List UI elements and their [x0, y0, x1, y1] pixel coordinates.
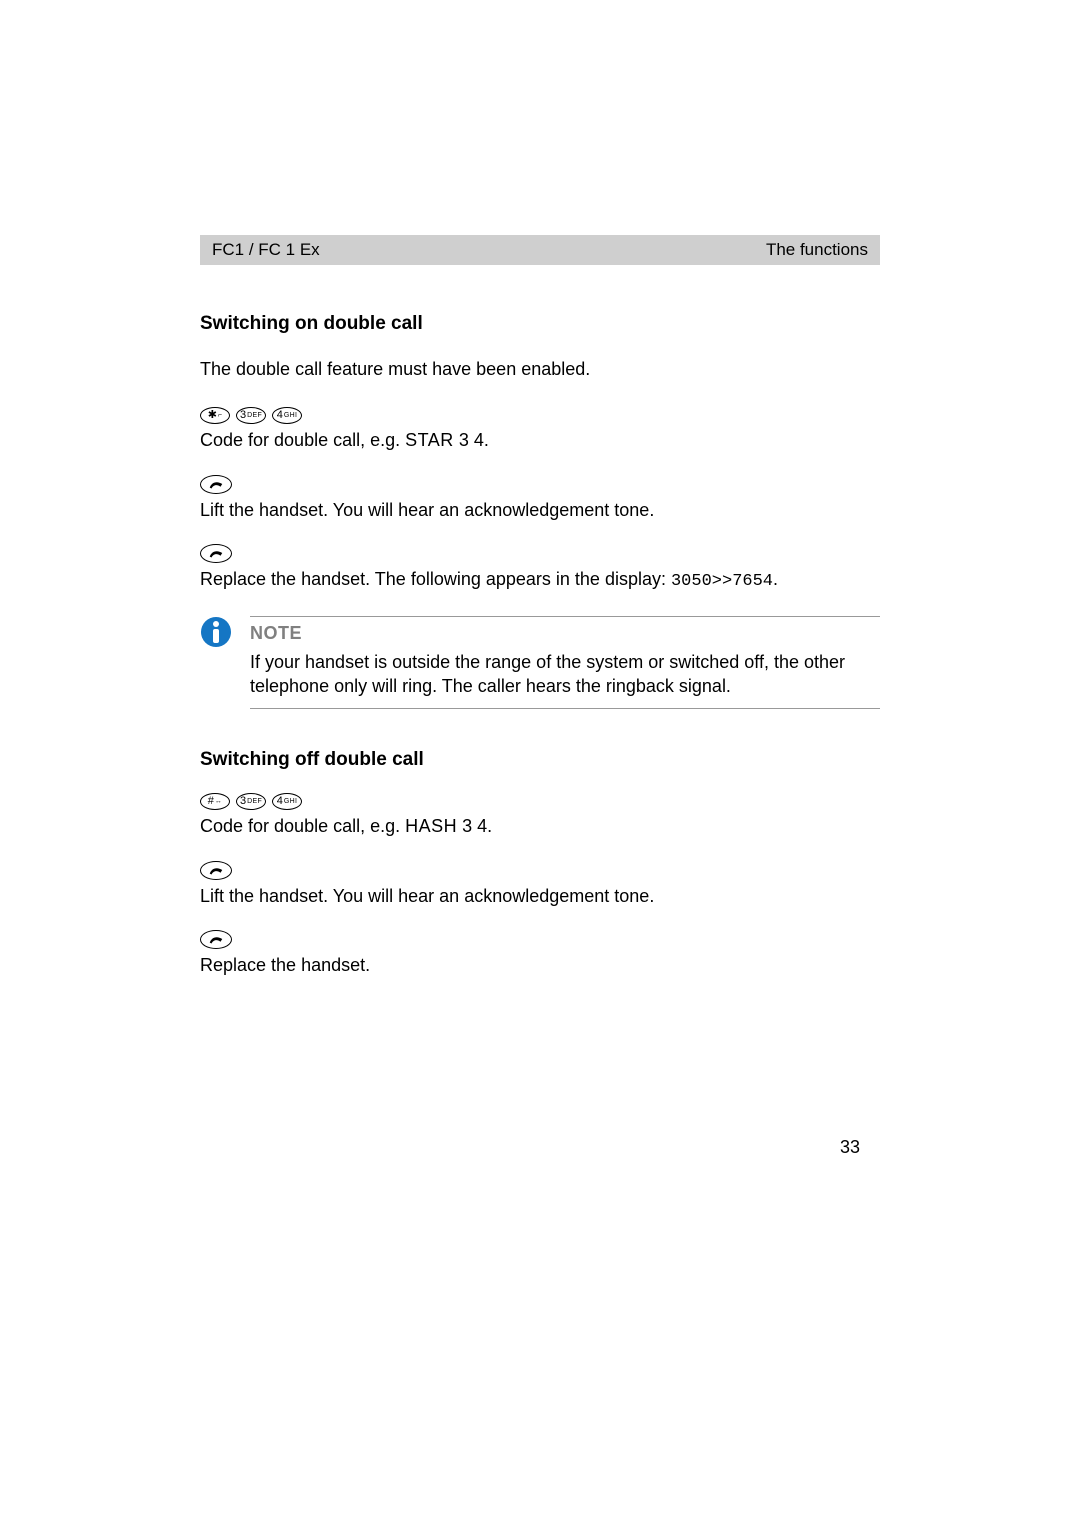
- page-number: 33: [840, 1137, 860, 1158]
- step-text: Replace the handset. The following appea…: [200, 567, 880, 594]
- note-block: NOTE If your handset is outside the rang…: [200, 616, 880, 710]
- header-right: The functions: [766, 240, 868, 260]
- info-icon: [200, 616, 232, 648]
- step-lift-off: Lift the handset. You will hear an ackno…: [200, 861, 880, 908]
- page-header: FC1 / FC 1 Ex The functions: [200, 235, 880, 265]
- step-replace-on: Replace the handset. The following appea…: [200, 544, 880, 594]
- three-key-icon: 3DEF: [236, 407, 266, 424]
- step-lift-on: Lift the handset. You will hear an ackno…: [200, 475, 880, 522]
- step-text: Code for double call, e.g. STAR 3 4.: [200, 428, 880, 452]
- step-text: Lift the handset. You will hear an ackno…: [200, 498, 880, 522]
- note-text: If your handset is outside the range of …: [250, 650, 880, 699]
- step-replace-off: Replace the handset.: [200, 930, 880, 977]
- note-label: NOTE: [250, 623, 880, 644]
- handset-icon: [200, 544, 232, 563]
- section-intro: The double call feature must have been e…: [200, 357, 880, 381]
- section-title: Switching on double call: [200, 313, 880, 335]
- step-text: Replace the handset.: [200, 953, 880, 977]
- step-text: Lift the handset. You will hear an ackno…: [200, 884, 880, 908]
- handset-icon: [200, 930, 232, 949]
- four-key-icon: 4GHI: [272, 407, 302, 424]
- star-key-icon: ✱⌐: [200, 407, 230, 424]
- step-keys-on: ✱⌐ 3DEF 4GHI Code for double call, e.g. …: [200, 407, 880, 452]
- step-keys-off: #↔ 3DEF 4GHI Code for double call, e.g. …: [200, 793, 880, 838]
- step-text: Code for double call, e.g. HASH 3 4.: [200, 814, 880, 838]
- header-left: FC1 / FC 1 Ex: [212, 240, 320, 260]
- four-key-icon: 4GHI: [272, 793, 302, 810]
- handset-icon: [200, 861, 232, 880]
- section-title: Switching off double call: [200, 749, 880, 771]
- three-key-icon: 3DEF: [236, 793, 266, 810]
- handset-icon: [200, 475, 232, 494]
- hash-key-icon: #↔: [200, 793, 230, 810]
